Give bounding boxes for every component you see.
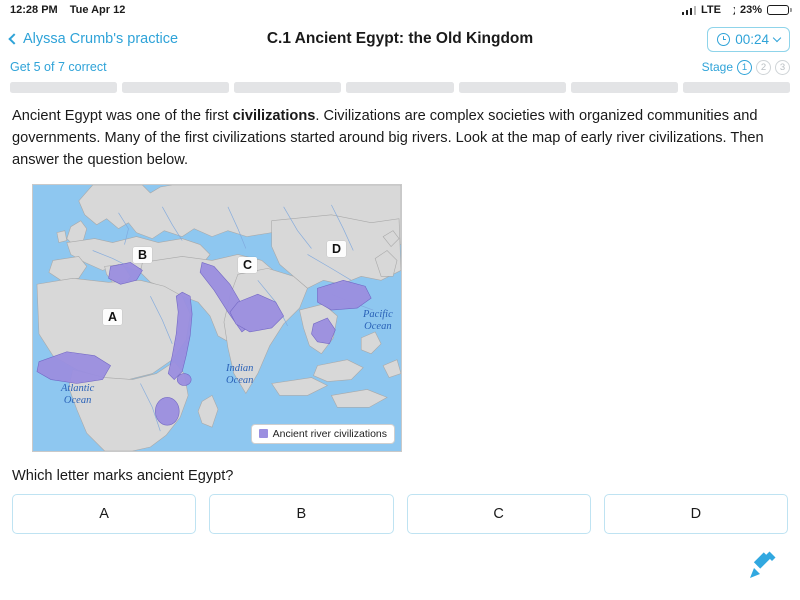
map-svg bbox=[33, 184, 401, 451]
goal-text: Get 5 of 7 correct bbox=[10, 60, 107, 74]
moon-icon bbox=[726, 6, 735, 15]
stage-indicator: Stage 1 2 3 bbox=[701, 59, 790, 75]
map-label-b: B bbox=[133, 246, 153, 264]
world-map-image: B A C D Atlantic Ocean Indian Ocean Paci… bbox=[32, 183, 402, 452]
back-button-label: Alyssa Crumb's practice bbox=[23, 31, 179, 47]
passage-text: Ancient Egypt was one of the first civil… bbox=[12, 105, 788, 172]
map-label-c: C bbox=[238, 256, 258, 274]
answer-options: A B C D bbox=[0, 484, 800, 534]
navigation-bar: Alyssa Crumb's practice C.1 Ancient Egyp… bbox=[0, 20, 800, 58]
map-label-d: D bbox=[327, 240, 347, 258]
chevron-down-icon bbox=[772, 33, 782, 42]
status-network: LTE bbox=[701, 4, 721, 16]
signal-bars-icon bbox=[681, 5, 696, 15]
ocean-label-indian: Indian Ocean bbox=[226, 362, 254, 386]
progress-segment bbox=[458, 82, 566, 93]
pencil-icon[interactable] bbox=[742, 546, 782, 586]
progress-segment bbox=[122, 82, 230, 93]
question-text: Which letter marks ancient Egypt? bbox=[12, 467, 234, 484]
legend-label: Ancient river civilizations bbox=[272, 427, 387, 440]
back-button[interactable]: Alyssa Crumb's practice bbox=[8, 31, 179, 47]
status-battery-percent: 23% bbox=[739, 4, 762, 16]
content-area: Ancient Egypt was one of the first civil… bbox=[0, 93, 800, 452]
status-date: Tue Apr 12 bbox=[69, 4, 126, 16]
status-time: 12:28 PM bbox=[10, 4, 58, 16]
timer-button[interactable]: 00:24 bbox=[707, 26, 790, 52]
progress-row: Get 5 of 7 correct Stage 1 2 3 bbox=[0, 58, 800, 76]
status-bar: 12:28 PM Tue Apr 12 LTE 23% bbox=[0, 0, 800, 20]
progress-bar-track bbox=[0, 76, 800, 93]
answer-option-d[interactable]: D bbox=[603, 493, 788, 534]
map-label-a: A bbox=[103, 308, 123, 326]
stage-circle-2[interactable]: 2 bbox=[756, 59, 771, 75]
passage-part1: Ancient Egypt was one of the first bbox=[12, 108, 233, 124]
progress-segment bbox=[346, 82, 454, 93]
timer-value: 00:24 bbox=[735, 31, 769, 47]
ocean-label-atlantic: Atlantic Ocean bbox=[61, 382, 95, 406]
chevron-left-icon bbox=[8, 33, 20, 45]
stage-circle-3[interactable]: 3 bbox=[775, 59, 790, 75]
progress-segment bbox=[682, 82, 790, 93]
stage-label: Stage bbox=[701, 60, 733, 74]
legend-swatch-icon bbox=[258, 429, 268, 439]
map-legend: Ancient river civilizations bbox=[250, 423, 395, 444]
progress-segment bbox=[10, 82, 118, 93]
stage-circle-1[interactable]: 1 bbox=[737, 59, 752, 75]
progress-segment bbox=[570, 82, 678, 93]
status-bar-right: LTE 23% bbox=[681, 4, 792, 16]
battery-icon bbox=[767, 5, 792, 15]
passage-bold-term: civilizations bbox=[232, 108, 316, 124]
progress-segment bbox=[234, 82, 342, 93]
status-bar-left: 12:28 PM Tue Apr 12 bbox=[10, 4, 125, 16]
ocean-label-pacific: Pacific Ocean bbox=[363, 308, 393, 332]
answer-option-b[interactable]: B bbox=[209, 493, 394, 534]
answer-option-a[interactable]: A bbox=[12, 493, 197, 534]
clock-icon bbox=[717, 32, 731, 46]
answer-option-c[interactable]: C bbox=[406, 493, 591, 534]
